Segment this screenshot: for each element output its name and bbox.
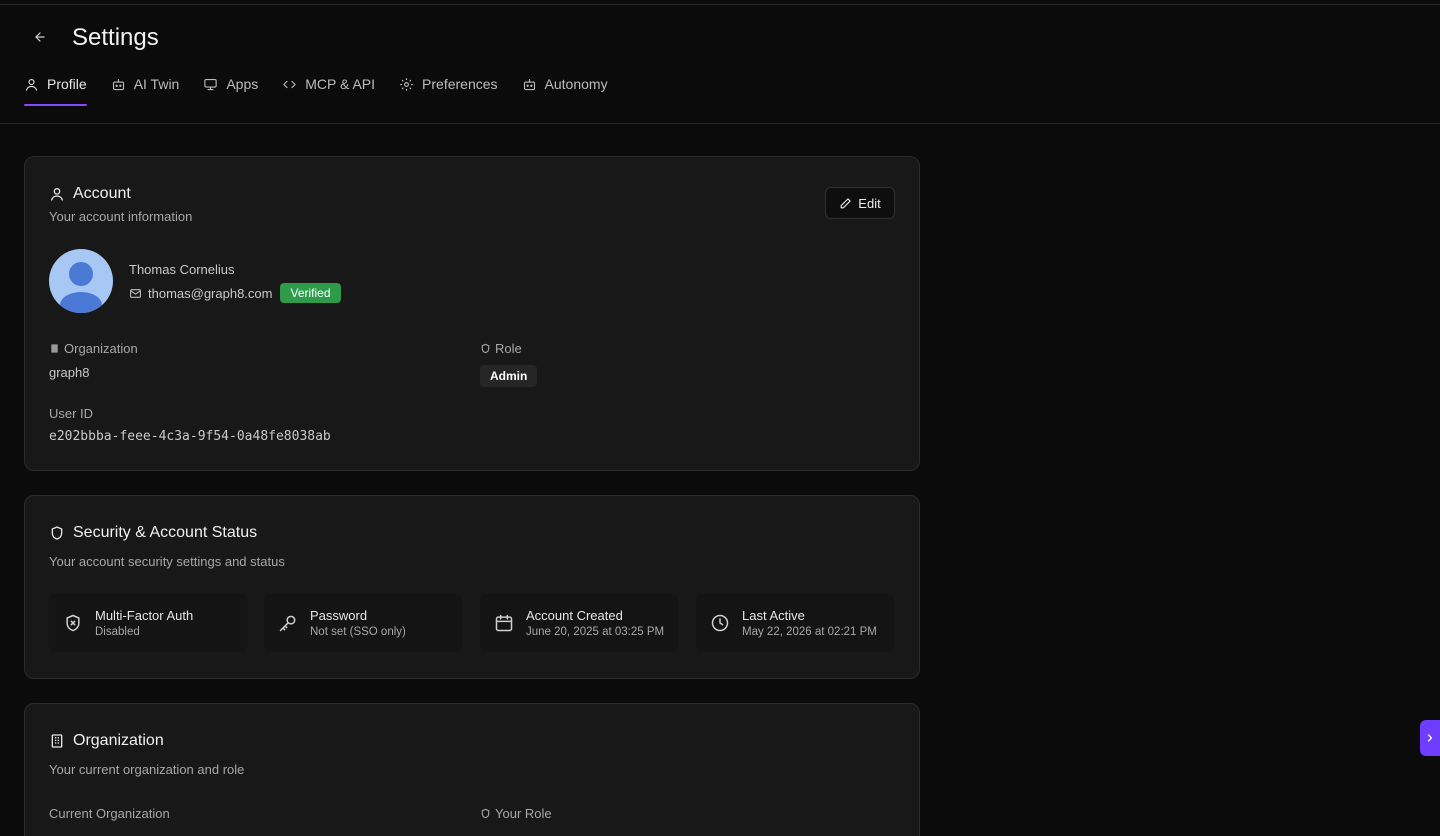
- bot-icon: [112, 78, 124, 90]
- your-role-label-text: Your Role: [495, 806, 552, 821]
- top-divider: [0, 4, 1440, 5]
- organization-title: Organization: [49, 732, 164, 750]
- tab-label: Profile: [47, 76, 87, 92]
- account-title-text: Account: [73, 185, 131, 202]
- security-title: Security & Account Status: [49, 524, 257, 542]
- tab-preferences[interactable]: Preferences: [399, 72, 498, 96]
- tab-label: AI Twin: [133, 76, 180, 92]
- organization-label: Organization: [49, 341, 138, 356]
- user-id-label: User ID: [49, 406, 94, 421]
- account-created-tile: Account Created June 20, 2025 at 03:25 PM: [480, 594, 678, 652]
- current-organization-label: Current Organization: [49, 806, 170, 821]
- monitor-icon: [204, 78, 218, 90]
- security-title-text: Security & Account Status: [73, 524, 258, 541]
- your-role-label: Your Role: [480, 806, 552, 821]
- building-icon: [51, 734, 63, 748]
- calendar-icon: [495, 614, 513, 632]
- tab-apps[interactable]: Apps: [203, 72, 258, 96]
- tab-autonomy[interactable]: Autonomy: [522, 72, 608, 96]
- last-active-tile: Last Active May 22, 2026 at 02:21 PM: [696, 594, 894, 652]
- organization-value: graph8: [49, 365, 90, 380]
- tile-title: Account Created: [526, 608, 623, 623]
- verified-badge: Verified: [280, 283, 341, 303]
- gear-icon: [400, 77, 413, 91]
- mail-icon: [130, 288, 141, 298]
- account-card: Account Your account information Edit Th…: [24, 156, 920, 471]
- pencil-icon: [840, 197, 851, 208]
- arrow-left-icon: [35, 32, 45, 42]
- avatar-person-icon: [60, 262, 102, 313]
- tile-sub: May 22, 2026 at 02:21 PM: [742, 626, 877, 638]
- email-row: thomas@graph8.com Verified: [129, 283, 341, 303]
- user-email: thomas@graph8.com: [148, 285, 273, 301]
- organization-card: Organization Your current organization a…: [24, 703, 920, 836]
- key-icon: [279, 615, 296, 632]
- bot-icon: [523, 78, 535, 90]
- password-status-tile: Password Not set (SSO only): [264, 594, 462, 652]
- header-divider: [0, 123, 1440, 124]
- role-label: Role: [480, 341, 522, 356]
- organization-title-text: Organization: [73, 732, 164, 749]
- edit-label: Edit: [858, 195, 881, 211]
- tab-ai-twin[interactable]: AI Twin: [111, 72, 180, 96]
- security-subtitle: Your account security settings and statu…: [49, 554, 285, 569]
- account-title: Account: [49, 185, 131, 203]
- tab-label: Apps: [226, 76, 259, 92]
- avatar: [49, 249, 113, 313]
- clock-icon: [711, 614, 729, 632]
- organization-label-text: Organization: [64, 341, 138, 356]
- tab-label: MCP & API: [305, 76, 376, 92]
- user-name: Thomas Cornelius: [129, 262, 235, 277]
- side-panel-toggle[interactable]: [1420, 720, 1440, 756]
- back-button[interactable]: [28, 26, 52, 48]
- building-icon: [51, 344, 58, 353]
- tile-sub: Disabled: [95, 626, 140, 638]
- shield-icon: [481, 808, 490, 819]
- shield-icon: [51, 526, 63, 540]
- shield-x-icon: [66, 614, 80, 632]
- edit-button[interactable]: Edit: [825, 187, 895, 219]
- security-card: Security & Account Status Your account s…: [24, 495, 920, 679]
- tab-mcp-api[interactable]: MCP & API: [282, 72, 375, 96]
- mfa-status-tile: Multi-Factor Auth Disabled: [49, 594, 247, 652]
- user-icon: [25, 78, 38, 91]
- tile-title: Multi-Factor Auth: [95, 608, 194, 623]
- tab-label: Autonomy: [544, 76, 608, 92]
- tile-title: Password: [310, 608, 368, 623]
- tile-sub: Not set (SSO only): [310, 626, 406, 638]
- tile-title: Last Active: [742, 608, 805, 623]
- user-icon: [51, 188, 63, 201]
- code-icon: [283, 80, 296, 88]
- tab-profile[interactable]: Profile: [24, 72, 87, 106]
- role-label-text: Role: [495, 341, 522, 356]
- chevron-right-icon: [1427, 734, 1433, 742]
- organization-subtitle: Your current organization and role: [49, 762, 245, 777]
- page-title: Settings: [72, 24, 159, 51]
- tab-label: Preferences: [422, 76, 498, 92]
- tile-sub: June 20, 2025 at 03:25 PM: [526, 626, 665, 638]
- settings-tabs: Profile AI Twin Apps MCP & API Preferenc…: [24, 72, 632, 106]
- role-badge: Admin: [480, 365, 538, 387]
- shield-icon: [481, 343, 490, 354]
- account-subtitle: Your account information: [49, 209, 193, 224]
- user-id-value: e202bbba-feee-4c3a-9f54-0a48fe8038ab: [49, 429, 331, 444]
